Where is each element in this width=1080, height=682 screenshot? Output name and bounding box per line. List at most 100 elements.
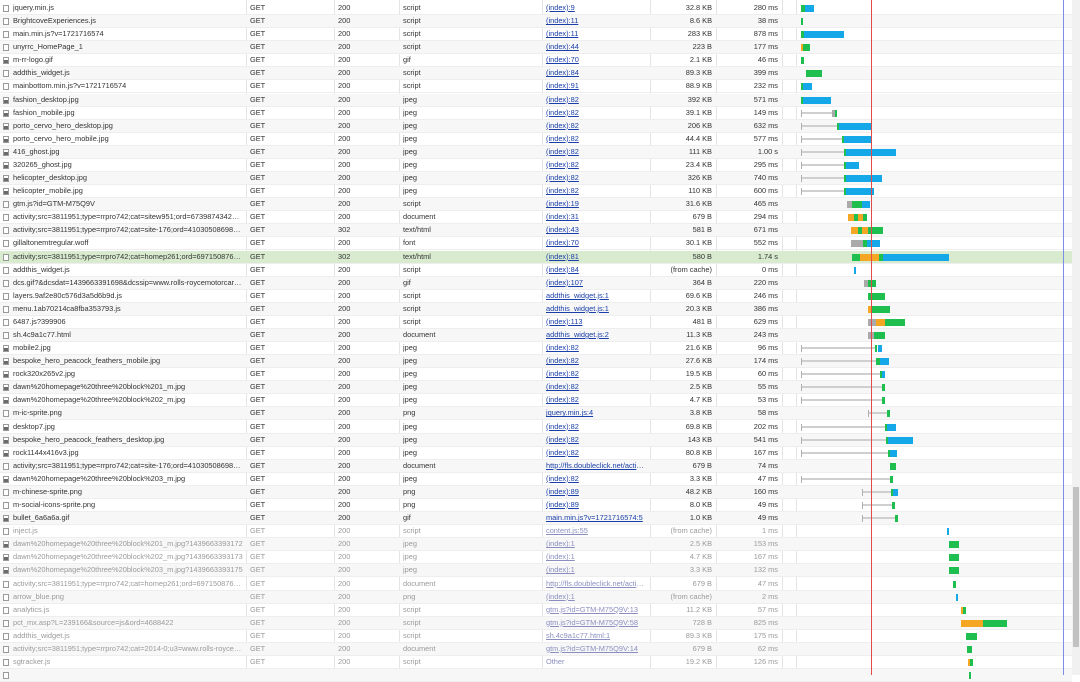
- request-initiator[interactable]: (index):107: [546, 277, 646, 289]
- table-row[interactable]: porto_cervo_hero_mobile.jpg GET 200 jpeg (in…: [0, 133, 1072, 146]
- table-row[interactable]: bespoke_hero_peacock_feathers_mobile.jpg…: [0, 355, 1072, 369]
- request-initiator[interactable]: (index):11: [546, 28, 646, 40]
- request-initiator[interactable]: (index):31: [546, 211, 646, 223]
- request-initiator[interactable]: (index):82: [546, 120, 646, 132]
- table-row[interactable]: sgtracker.js GET 200 script Other 19.2 KB 126 …: [0, 656, 1072, 669]
- table-row[interactable]: dawn%20homepage%20three%20block%202_m.jp…: [0, 551, 1072, 565]
- table-row[interactable]: dawn%20homepage%20three%20block%201_m.jp…: [0, 538, 1072, 552]
- table-row[interactable]: activity;src=3811951;type=rrpro742;cat=2…: [0, 642, 1072, 656]
- table-row[interactable]: helicopter_mobile.jpg GET 200 jpeg (index):8…: [0, 185, 1072, 199]
- request-initiator[interactable]: (index):82: [546, 447, 646, 459]
- request-initiator[interactable]: (index):91: [546, 80, 646, 92]
- request-initiator[interactable]: Other: [546, 656, 646, 668]
- table-row[interactable]: arrow_blue.png GET 200 png (index):1 (from ca…: [0, 590, 1072, 604]
- table-row[interactable]: helicopter_desktop.jpg GET 200 jpeg (index):…: [0, 172, 1072, 186]
- table-row[interactable]: jquery.min.js GET 200 script (index):9 32.8 K…: [0, 2, 1072, 15]
- table-row[interactable]: BrightcoveExperiences.js GET 200 script (ind…: [0, 15, 1072, 29]
- request-initiator[interactable]: (index):82: [546, 394, 646, 406]
- table-row[interactable]: 320265_ghost.jpg GET 200 jpeg (index):82 23.4…: [0, 159, 1072, 172]
- table-row[interactable]: activity;src=3811951;type=rrpro742;cat=s…: [0, 459, 1072, 473]
- table-row[interactable]: analytics.js GET 200 script gtm.js?id=GTM-M7…: [0, 604, 1072, 617]
- request-initiator[interactable]: (index):84: [546, 67, 646, 79]
- request-initiator[interactable]: (index):44: [546, 41, 646, 53]
- table-row[interactable]: layers.9af2e80c576d3a5d6b9d.js GET 200 scri…: [0, 290, 1072, 303]
- request-initiator[interactable]: (index):70: [546, 237, 646, 249]
- request-initiator[interactable]: http://fls.doubleclick.net/activit...: [546, 578, 646, 590]
- table-row[interactable]: inject.js GET 200 script content.js:55 (from …: [0, 525, 1072, 539]
- table-row[interactable]: 416_ghost.jpg GET 200 jpeg (index):82 111 KB 1…: [0, 145, 1072, 159]
- scrollbar-thumb[interactable]: [1073, 487, 1079, 647]
- request-initiator[interactable]: (index):82: [546, 172, 646, 184]
- table-row[interactable]: m-chinese-sprite.png GET 200 png (index):89 4…: [0, 485, 1072, 499]
- request-initiator[interactable]: gtm.js?id=GTM-M75Q9V:58: [546, 617, 646, 629]
- request-initiator[interactable]: jquery.min.js:4: [546, 407, 646, 419]
- request-initiator[interactable]: (index):1: [546, 591, 646, 603]
- request-initiator[interactable]: http://fls.doubleclick.net/activit...: [546, 460, 646, 472]
- table-row[interactable]: rock1144x416v3.jpg GET 200 jpeg (index):82 80…: [0, 447, 1072, 460]
- table-row[interactable]: 6487.js?399906 GET 200 script (index):113 481…: [0, 316, 1072, 329]
- table-row[interactable]: porto_cervo_hero_desktop.jpg GET 200 jpeg (i…: [0, 119, 1072, 133]
- table-row[interactable]: addthis_widget.js GET 200 script sh.4c9a1c77…: [0, 630, 1072, 643]
- request-initiator[interactable]: (index):70: [546, 54, 646, 66]
- request-initiator[interactable]: addthis_widget.js:2: [546, 329, 646, 341]
- request-initiator[interactable]: addthis_widget.js:1: [546, 290, 646, 302]
- request-initiator[interactable]: (index):81: [546, 251, 646, 263]
- request-initiator[interactable]: (index):82: [546, 159, 646, 171]
- table-row[interactable]: activity;src=3811951;type=rrpro742;cat=s…: [0, 211, 1072, 225]
- table-row[interactable]: menu.1ab70214ca8fba353793.js GET 200 script…: [0, 302, 1072, 316]
- request-initiator[interactable]: (index):1: [546, 564, 646, 576]
- request-initiator[interactable]: (index):82: [546, 434, 646, 446]
- table-row[interactable]: rock320x265v2.jpg GET 200 jpeg (index):82 19.…: [0, 368, 1072, 382]
- table-row[interactable]: sh.4c9a1c77.html GET 200 document addthis_wi…: [0, 329, 1072, 342]
- table-row[interactable]: bespoke_hero_peacock_feathers_desktop.jp…: [0, 433, 1072, 447]
- request-initiator[interactable]: (index):82: [546, 107, 646, 119]
- table-row[interactable]: mainbottom.min.js?v=1721716574 GET 200 scri…: [0, 80, 1072, 94]
- table-row[interactable]: dawn%20homepage%20three%20block%201_m.jp…: [0, 381, 1072, 395]
- table-row[interactable]: activity;src=3811951;type=rrpro742;cat=h…: [0, 250, 1072, 264]
- request-initiator[interactable]: (index):1: [546, 551, 646, 563]
- request-initiator[interactable]: (index):82: [546, 381, 646, 393]
- request-initiator[interactable]: main.min.js?v=1721716574:5: [546, 512, 646, 524]
- request-initiator[interactable]: (index):19: [546, 198, 646, 210]
- request-initiator[interactable]: (index):84: [546, 264, 646, 276]
- table-row[interactable]: unyrrc_HomePage_1 GET 200 script (index):44 2…: [0, 41, 1072, 55]
- request-initiator[interactable]: (index):11: [546, 15, 646, 27]
- request-initiator[interactable]: (index):82: [546, 421, 646, 433]
- request-initiator[interactable]: gtm.js?id=GTM-M75Q9V:14: [546, 643, 646, 655]
- request-initiator[interactable]: (index):82: [546, 133, 646, 145]
- request-initiator[interactable]: (index):9: [546, 2, 646, 14]
- table-row[interactable]: desktop7.jpg GET 200 jpeg (index):82 69.8 KB 2…: [0, 421, 1072, 434]
- table-row[interactable]: main.min.js?v=1721716574 GET 200 script (ind…: [0, 28, 1072, 42]
- request-initiator[interactable]: (index):89: [546, 499, 646, 511]
- table-row[interactable]: bullet_6a6a6a.gif GET 200 gif main.min.js?v=…: [0, 512, 1072, 526]
- request-initiator[interactable]: (index):82: [546, 94, 646, 106]
- table-row[interactable]: addthis_widget.js GET 200 script (index):84 8…: [0, 67, 1072, 81]
- request-initiator[interactable]: (index):82: [546, 146, 646, 158]
- table-row[interactable]: gillaltonemtregular.woff GET 200 font (index…: [0, 237, 1072, 251]
- request-initiator[interactable]: (index):82: [546, 355, 646, 367]
- request-initiator[interactable]: [546, 669, 646, 681]
- request-initiator[interactable]: (index):82: [546, 342, 646, 354]
- table-row[interactable]: m-rr-logo.gif GET 200 gif (index):70 2.1 KB 46…: [0, 54, 1072, 68]
- request-initiator[interactable]: (index):82: [546, 473, 646, 485]
- request-initiator[interactable]: (index):82: [546, 368, 646, 380]
- request-initiator[interactable]: (index):1: [546, 538, 646, 550]
- table-row[interactable]: fashion_desktop.jpg GET 200 jpeg (index):82 3…: [0, 93, 1072, 107]
- request-initiator[interactable]: (index):113: [546, 316, 646, 328]
- request-initiator[interactable]: addthis_widget.js:1: [546, 303, 646, 315]
- request-initiator[interactable]: (index):89: [546, 486, 646, 498]
- table-row[interactable]: dawn%20homepage%20three%20block%203_m.jp…: [0, 564, 1072, 578]
- table-row[interactable]: dawn%20homepage%20three%20block%202_m.jp…: [0, 394, 1072, 408]
- table-row[interactable]: m-ic-sprite.png GET 200 png jquery.min.js:4 3…: [0, 407, 1072, 421]
- request-initiator[interactable]: content.js:55: [546, 525, 646, 537]
- table-row[interactable]: addthis_widget.js GET 200 script (index):84 (…: [0, 264, 1072, 277]
- table-row[interactable]: pct_mx.asp?L=239166&source=js&ord=468842…: [0, 616, 1072, 630]
- table-row[interactable]: fashion_mobile.jpg GET 200 jpeg (index):82 39…: [0, 107, 1072, 120]
- table-row[interactable]: activity;src=3811951;type=rrpro742;cat=h…: [0, 578, 1072, 591]
- request-initiator[interactable]: gtm.js?id=GTM-M75Q9V:13: [546, 604, 646, 616]
- request-initiator[interactable]: (index):82: [546, 185, 646, 197]
- request-initiator[interactable]: sh.4c9a1c77.html:1: [546, 630, 646, 642]
- table-row[interactable]: dawn%20homepage%20three%20block%203_m.jp…: [0, 473, 1072, 486]
- table-row[interactable]: dcs.gif?&dcsdat=1439663391698&dcssip=www…: [0, 276, 1072, 290]
- request-initiator[interactable]: (index):43: [546, 224, 646, 236]
